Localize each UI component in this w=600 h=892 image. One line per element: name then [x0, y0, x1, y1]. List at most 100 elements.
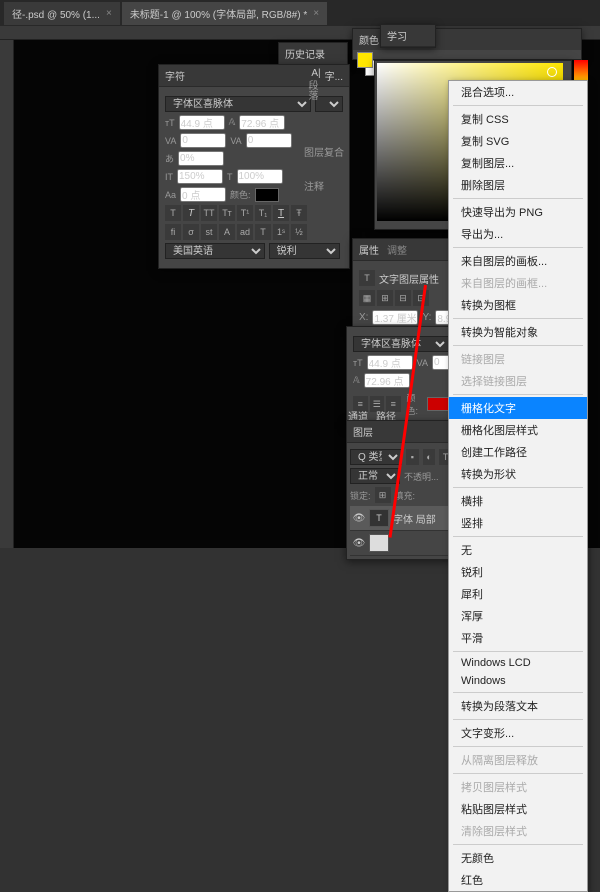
layer-comps-collapsed[interactable]: 图层复合 [304, 144, 344, 159]
notes-collapsed[interactable]: 注释 [304, 178, 324, 193]
ctx-item[interactable]: 栅格化图层样式 [449, 419, 587, 441]
layer-name[interactable]: 字体 局部 [393, 511, 436, 526]
smallcaps-button[interactable]: Tт [219, 205, 235, 221]
visibility-icon[interactable]: 👁 [353, 512, 365, 524]
ctx-item[interactable]: 锐利 [449, 561, 587, 583]
layer-item-text[interactable]: 👁 T 字体 局部 [350, 506, 452, 531]
adjust-tab[interactable]: 调整 [387, 242, 407, 257]
ctx-item[interactable]: 横排 [449, 490, 587, 512]
ctx-item[interactable]: 犀利 [449, 583, 587, 605]
ctx-item[interactable]: 创建工作路径 [449, 441, 587, 463]
ctx-item[interactable]: 来自图层的画框... [449, 272, 587, 294]
lang-select[interactable]: 美国英语 [165, 243, 265, 259]
opentype-t[interactable]: T [255, 224, 271, 240]
glyphs-tab[interactable]: 字... [325, 68, 343, 83]
size-input-2[interactable] [367, 355, 413, 370]
tab-doc-1[interactable]: 径-.psd @ 50% (1... × [4, 2, 120, 25]
opacity-label: 不透明... [404, 470, 439, 483]
opentype-ad[interactable]: ad [237, 224, 253, 240]
aa-select[interactable]: 锐利 [269, 243, 340, 259]
ctx-item[interactable]: 转换为段落文本 [449, 695, 587, 717]
ctx-item[interactable]: Windows [449, 672, 587, 690]
ctx-separator [453, 719, 583, 720]
color-swatch-2[interactable] [427, 397, 449, 411]
ctx-item[interactable]: 复制 CSS [449, 108, 587, 130]
kerning-input[interactable] [180, 133, 226, 148]
font-select-2[interactable]: 字体区喜脉体 [353, 336, 449, 352]
ctx-item[interactable]: 复制图层... [449, 152, 587, 174]
shift-input[interactable] [180, 187, 226, 202]
ctx-item[interactable]: 粘贴图层样式 [449, 798, 587, 820]
ctx-item[interactable]: 竖排 [449, 512, 587, 534]
italic-button[interactable]: T [183, 205, 199, 221]
hscale-input[interactable] [237, 169, 283, 184]
ctx-item[interactable]: 快速导出为 PNG [449, 201, 587, 223]
ctx-item[interactable]: 红色 [449, 869, 587, 891]
opentype-1st[interactable]: 1ˢ [273, 224, 289, 240]
superscript-button[interactable]: T¹ [237, 205, 253, 221]
visibility-icon[interactable]: 👁 [353, 537, 365, 549]
leading-input[interactable] [239, 115, 285, 130]
ctx-item[interactable]: 转换为形状 [449, 463, 587, 485]
bold-button[interactable]: T [165, 205, 181, 221]
layer-filter-select[interactable]: Q 类型 [350, 449, 402, 465]
paragraph-collapsed[interactable]: 段落 [304, 80, 319, 100]
close-icon[interactable]: × [313, 8, 319, 19]
character-panel: 字符 A| 字... 字体区喜脉体- тT 𝔸 VA VA あ IT T [158, 64, 350, 269]
ctx-item[interactable]: 无 [449, 539, 587, 561]
vscale-input[interactable] [177, 169, 223, 184]
align-icon[interactable]: ⊟ [395, 290, 411, 306]
ctx-item[interactable]: 浑厚 [449, 605, 587, 627]
opentype-a[interactable]: A [219, 224, 235, 240]
ctx-item[interactable]: 来自图层的画板... [449, 250, 587, 272]
blend-mode-select[interactable]: 正常 [350, 468, 400, 484]
ctx-item[interactable]: 复制 SVG [449, 130, 587, 152]
ctx-item[interactable]: Windows LCD [449, 654, 587, 672]
ctx-item[interactable]: 转换为图框 [449, 294, 587, 316]
baseline-pct-input[interactable] [178, 151, 224, 166]
font-family-select[interactable]: 字体区喜脉体 [165, 96, 311, 112]
x-input[interactable] [372, 310, 418, 325]
ctx-item[interactable]: 平滑 [449, 627, 587, 649]
font-style-select[interactable]: - [315, 96, 343, 112]
ctx-item[interactable]: 无颜色 [449, 847, 587, 869]
align-icon[interactable]: ▦ [359, 290, 375, 306]
caps-button[interactable]: TT [201, 205, 217, 221]
ctx-item[interactable]: 拷贝图层样式 [449, 776, 587, 798]
ctx-item[interactable]: 删除图层 [449, 174, 587, 196]
strike-button[interactable]: Ŧ [291, 205, 307, 221]
filter-pixel-icon[interactable]: ▪ [406, 449, 419, 465]
layer-item-image[interactable]: 👁 [350, 531, 452, 556]
ctx-item[interactable]: 导出为... [449, 223, 587, 245]
history-panel: 历史记录 [278, 42, 348, 66]
opentype-st[interactable]: st [201, 224, 217, 240]
opentype-frac[interactable]: ½ [291, 224, 307, 240]
align-icon[interactable]: ⊞ [377, 290, 393, 306]
ctx-item[interactable]: 从隔离图层释放 [449, 749, 587, 771]
ctx-item[interactable]: 混合选项... [449, 81, 587, 103]
tab-doc-2[interactable]: 未标题-1 @ 100% (字体局部, RGB/8#) * × [122, 2, 327, 25]
ctx-item[interactable]: 选择链接图层 [449, 370, 587, 392]
filter-adjust-icon[interactable]: ◐ [423, 449, 436, 465]
close-icon[interactable]: × [106, 8, 112, 19]
ctx-item[interactable]: 栅格化文字 [449, 397, 587, 419]
opentype-sigma[interactable]: σ [183, 224, 199, 240]
ctx-separator [453, 844, 583, 845]
props-tab[interactable]: 属性 [359, 242, 379, 257]
ctx-item[interactable]: 文字变形... [449, 722, 587, 744]
tracking-input[interactable] [246, 133, 292, 148]
subscript-button[interactable]: T₁ [255, 205, 271, 221]
underline-button[interactable]: T [273, 205, 289, 221]
lock-all-icon[interactable]: ⊞ [375, 487, 391, 503]
opentype-fi[interactable]: fi [165, 224, 181, 240]
picker-handle[interactable] [547, 67, 557, 77]
leading-input-2[interactable] [364, 373, 410, 388]
ctx-item[interactable]: 转换为智能对象 [449, 321, 587, 343]
fg-color[interactable] [357, 52, 373, 68]
text-color-swatch[interactable] [255, 188, 279, 202]
ctx-separator [453, 198, 583, 199]
ctx-item[interactable]: 链接图层 [449, 348, 587, 370]
font-size-input[interactable] [179, 115, 225, 130]
properties-panel: 属性 调整 T文字图层属性 ▦ ⊞ ⊟ ⊡ X: Y: [352, 238, 462, 335]
ctx-item[interactable]: 清除图层样式 [449, 820, 587, 842]
